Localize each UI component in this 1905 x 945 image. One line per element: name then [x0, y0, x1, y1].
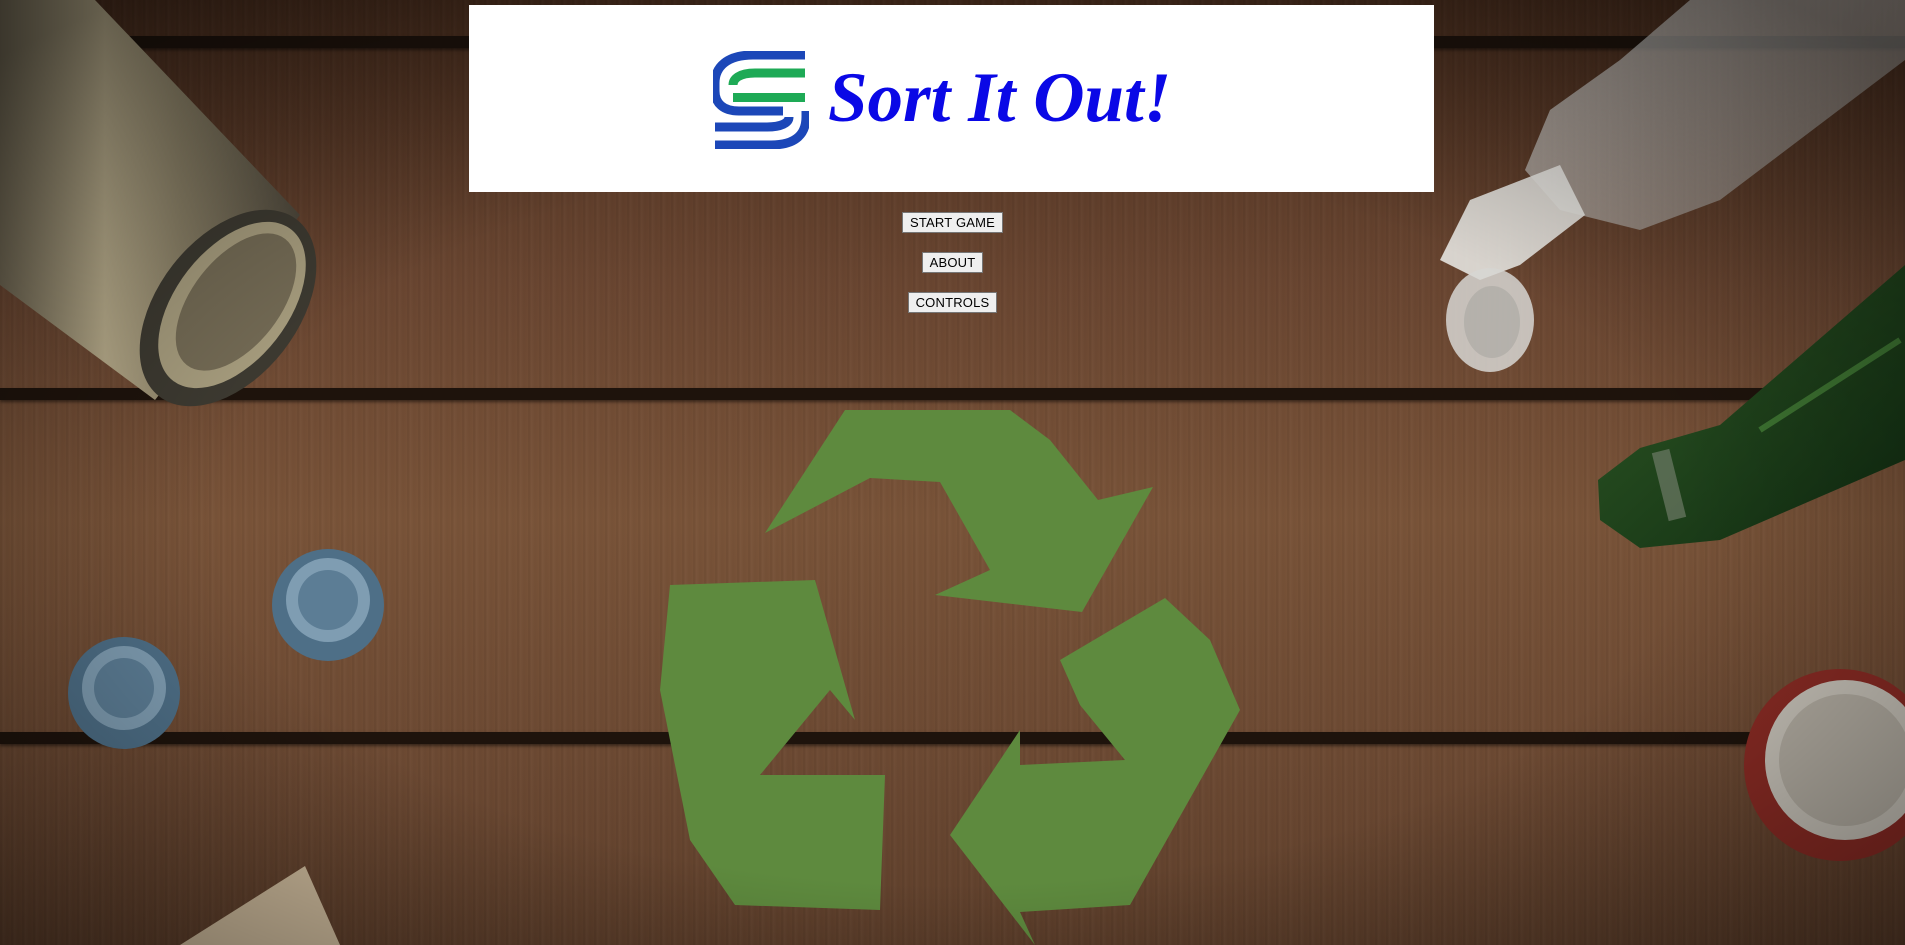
main-menu: START GAME ABOUT CONTROLS — [0, 212, 1905, 332]
about-button[interactable]: ABOUT — [921, 252, 984, 273]
start-game-button[interactable]: START GAME — [901, 212, 1004, 233]
s-stripes-logo-icon — [713, 51, 809, 149]
logo-banner: Sort It Out! — [469, 5, 1434, 192]
app-title: Sort It Out! — [828, 59, 1172, 137]
controls-button[interactable]: CONTROLS — [907, 292, 998, 313]
